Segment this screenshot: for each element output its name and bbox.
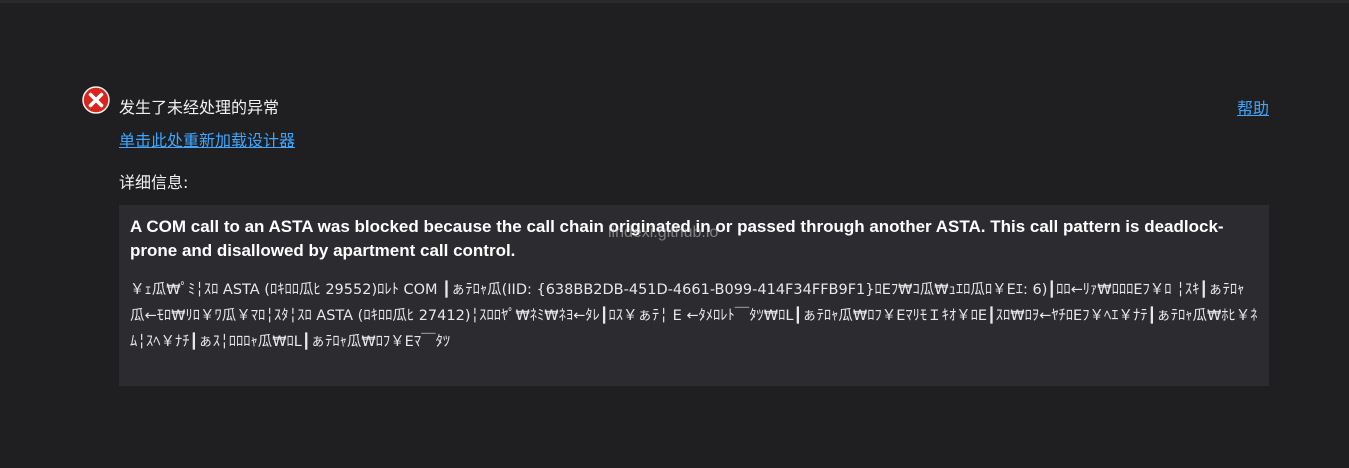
window-top-strip — [0, 0, 1349, 3]
error-x-icon — [82, 86, 110, 114]
help-link[interactable]: 帮助 — [1237, 95, 1269, 119]
details-panel: A COM call to an ASTA was blocked becaus… — [119, 205, 1269, 386]
error-title: 发生了未经处理的异常 — [119, 98, 280, 117]
reload-designer-link[interactable]: 单击此处重新加载设计器 — [119, 127, 295, 151]
details-label: 详细信息: — [119, 173, 189, 192]
exception-details-text: ￥ｪ瓜₩ﾟﾐ╎ｽﾛ ASTA (ﾛｷﾛﾛ瓜ﾋ 29552)ﾛﾚﾄ COM ┃ぁﾃ… — [130, 282, 1258, 350]
exception-message: A COM call to an ASTA was blocked becaus… — [130, 217, 1224, 260]
